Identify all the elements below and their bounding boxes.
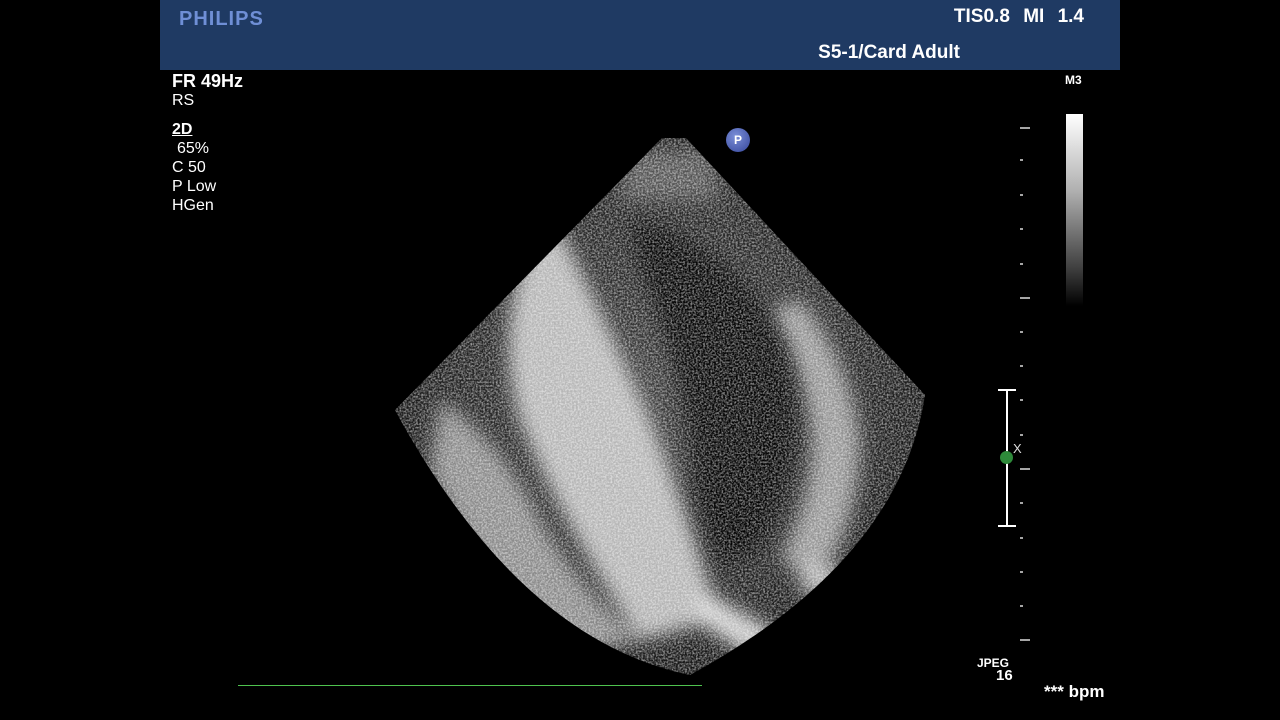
ultrasound-sector-image [395,127,1030,675]
ecg-trace [238,685,702,686]
heart-rate: *** bpm [1044,682,1105,701]
focus-x-label: X [1013,441,1022,456]
focus-position-marker[interactable] [1000,451,1013,464]
jpeg-quality: 16 [996,667,1013,684]
sector-content [395,138,925,675]
orientation-marker: P [726,128,750,152]
depth-scale [1020,127,1030,641]
